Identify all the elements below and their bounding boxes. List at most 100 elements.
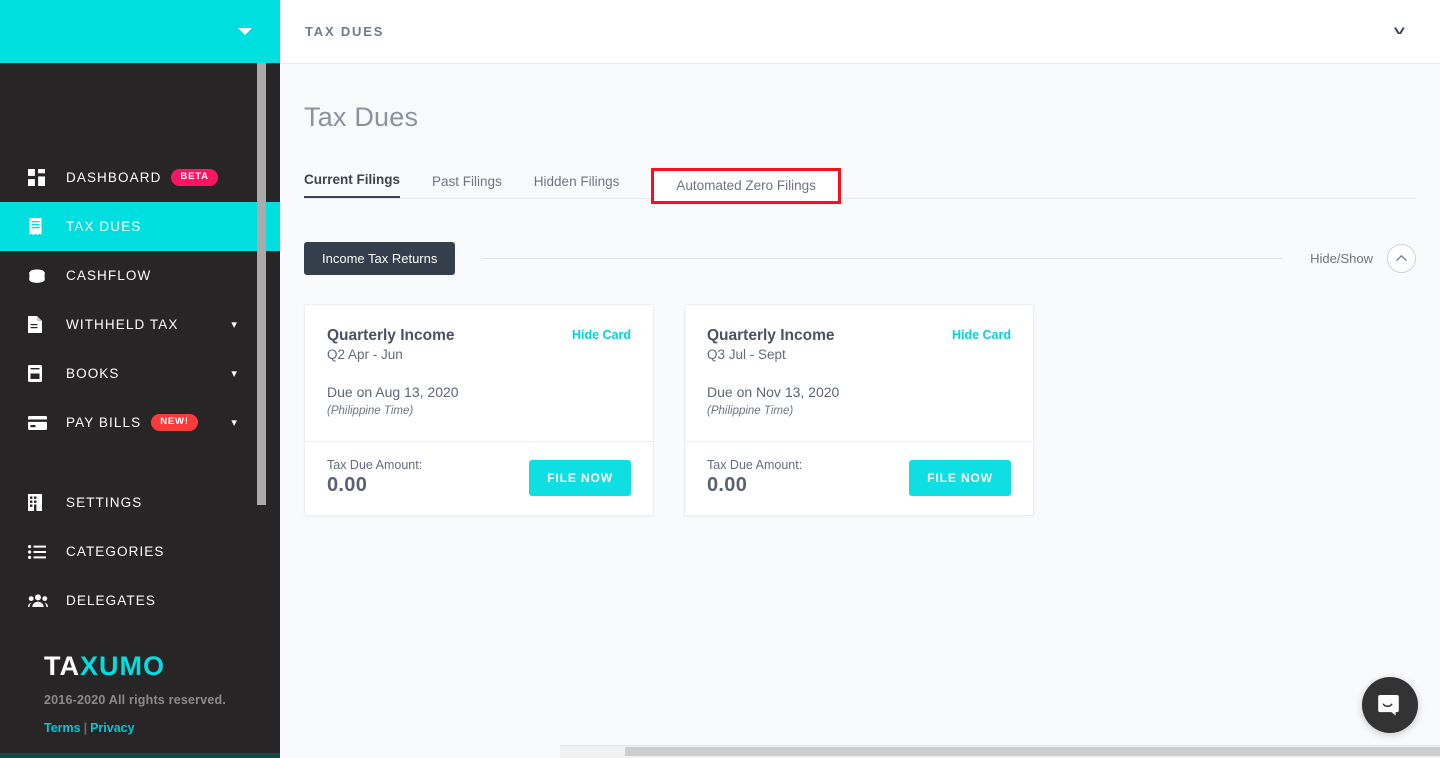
- legal-separator: |: [83, 721, 88, 735]
- sidebar-item-label: DELEGATES: [66, 593, 156, 608]
- filing-card-subtitle: Q2 Apr - Jun: [327, 347, 403, 363]
- tax-due-amount-value: 0.00: [707, 474, 748, 497]
- page-title: Tax Dues: [304, 102, 419, 132]
- top-bar: TAX DUES ˅: [280, 0, 1440, 64]
- filing-card-heading-group: Quarterly Income Q3 Jul - Sept: [707, 326, 835, 362]
- list-icon: [28, 542, 50, 562]
- sidebar-item-label: DASHBOARD: [66, 170, 162, 185]
- receipt-icon: [28, 217, 50, 237]
- sidebar-divider-gap: [0, 447, 280, 478]
- filing-card[interactable]: Quarterly Income Q2 Apr - Jun Hide Card …: [304, 304, 654, 517]
- top-bar-title: TAX DUES: [305, 24, 385, 39]
- chevron-down-icon[interactable]: ▾: [231, 318, 238, 331]
- copyright-text: 2016-2020 All rights reserved.: [44, 693, 227, 707]
- tax-due-amount-value: 0.00: [327, 474, 368, 497]
- intercom-launcher-button[interactable]: [1362, 677, 1418, 733]
- chevron-down-icon[interactable]: ▾: [231, 416, 238, 429]
- filing-card-timezone: (Philippine Time): [327, 405, 414, 418]
- filing-card-header: Quarterly Income Q2 Apr - Jun Hide Card: [327, 326, 631, 362]
- chevron-down-icon[interactable]: ˅: [1394, 25, 1406, 38]
- sidebar-item-withheld-tax[interactable]: WITHHELD TAX ▾: [0, 300, 280, 349]
- sidebar-badge-beta: BETA: [171, 169, 218, 186]
- filing-card-timezone: (Philippine Time): [707, 405, 794, 418]
- sidebar-badge-new: NEW!: [151, 414, 198, 431]
- logo-part-1: TA: [44, 651, 80, 681]
- terms-link[interactable]: Terms: [44, 721, 81, 735]
- sidebar-item-cashflow[interactable]: CASHFLOW: [0, 251, 280, 300]
- page-content: Tax Dues Current Filings Past Filings Hi…: [280, 64, 1440, 517]
- card-icon: [28, 413, 50, 433]
- filing-card-title: Quarterly Income: [707, 327, 835, 344]
- chat-smile-icon: [1378, 695, 1399, 716]
- sidebar-scroll-area: DASHBOARD BETA TAX DUES CASHFLOW WITHHEL…: [0, 63, 280, 758]
- section-chip-income-tax-returns[interactable]: Income Tax Returns: [304, 241, 456, 275]
- collapse-section-button[interactable]: [1387, 243, 1416, 273]
- sidebar-item-label: PAY BILLS: [66, 415, 142, 430]
- filing-card-header: Quarterly Income Q3 Jul - Sept Hide Card: [707, 326, 1011, 362]
- sidebar-scrollbar-thumb[interactable]: [257, 63, 266, 505]
- filings-tabs: Current Filings Past Filings Hidden Fili…: [304, 163, 1416, 204]
- tax-due-amount-label: Tax Due Amount:: [707, 458, 803, 473]
- filing-card-footer: Tax Due Amount: 0.00 FILE NOW: [305, 441, 653, 515]
- sidebar-item-pay-bills[interactable]: PAY BILLS NEW! ▾: [0, 398, 280, 447]
- coins-icon: [28, 266, 50, 286]
- filing-card[interactable]: Quarterly Income Q3 Jul - Sept Hide Card…: [684, 304, 1034, 517]
- sidebar-item-delegates[interactable]: DELEGATES: [0, 576, 280, 625]
- chevron-down-icon[interactable]: ▾: [231, 367, 238, 380]
- logo-part-2: XUMO: [80, 651, 165, 681]
- hide-card-link[interactable]: Hide Card: [952, 326, 1011, 342]
- sidebar-item-label: WITHHELD TAX: [66, 317, 179, 332]
- section-divider: [483, 257, 1283, 259]
- horizontal-scrollbar-track[interactable]: [560, 745, 1440, 758]
- brand-block: TAXUMO 2016-2020 All rights reserved. Te…: [0, 625, 280, 736]
- sidebar-top-spacer: [0, 63, 280, 153]
- main-area: TAX DUES ˅ Tax Dues Current Filings Past…: [280, 0, 1440, 758]
- file-now-button[interactable]: FILE NOW: [529, 459, 631, 496]
- hide-card-link[interactable]: Hide Card: [572, 326, 631, 342]
- book-icon: [28, 364, 50, 384]
- sidebar-item-settings[interactable]: SETTINGS: [0, 478, 280, 527]
- sidebar-item-label: SETTINGS: [66, 495, 143, 510]
- filing-card-subtitle: Q3 Jul - Sept: [707, 347, 786, 363]
- sidebar-item-categories[interactable]: CATEGORIES: [0, 527, 280, 576]
- caret-down-icon[interactable]: [238, 28, 252, 35]
- sidebar: DASHBOARD BETA TAX DUES CASHFLOW WITHHEL…: [0, 0, 280, 758]
- building-icon: [28, 493, 50, 513]
- sidebar-item-label: CATEGORIES: [66, 544, 165, 559]
- sidebar-account-header[interactable]: [0, 0, 280, 63]
- tab-current-filings[interactable]: Current Filings: [304, 172, 401, 198]
- tab-past-filings[interactable]: Past Filings: [432, 174, 502, 198]
- sidebar-item-label: CASHFLOW: [66, 268, 152, 283]
- filing-card-footer: Tax Due Amount: 0.00 FILE NOW: [685, 441, 1033, 515]
- sidebar-scrollbar-track[interactable]: [257, 63, 266, 758]
- horizontal-scrollbar-thumb[interactable]: [625, 747, 1440, 756]
- legal-links: Terms | Privacy: [44, 721, 280, 735]
- tax-due-amount-group: Tax Due Amount: 0.00: [327, 458, 422, 497]
- filing-card-body: Quarterly Income Q2 Apr - Jun Hide Card …: [305, 305, 653, 441]
- grid-icon: [28, 168, 50, 188]
- hide-show-label[interactable]: Hide/Show: [1310, 251, 1373, 266]
- chevron-up-icon: [1396, 255, 1407, 261]
- privacy-link[interactable]: Privacy: [90, 721, 134, 735]
- document-icon: [28, 315, 50, 335]
- income-tax-returns-section-header: Income Tax Returns Hide/Show: [304, 241, 1416, 275]
- filing-card-due-date: Due on Nov 13, 2020: [707, 384, 840, 401]
- sidebar-item-label: TAX DUES: [66, 219, 142, 234]
- tax-due-amount-label: Tax Due Amount:: [327, 458, 423, 473]
- tab-automated-zero-filings[interactable]: Automated Zero Filings: [651, 168, 841, 204]
- file-now-button[interactable]: FILE NOW: [909, 459, 1011, 496]
- filing-card-heading-group: Quarterly Income Q2 Apr - Jun: [327, 326, 455, 362]
- sidebar-item-tax-dues[interactable]: TAX DUES: [0, 202, 280, 251]
- filing-card-due-date: Due on Aug 13, 2020: [327, 384, 459, 401]
- sidebar-bottom-strip: [0, 753, 280, 758]
- sidebar-item-books[interactable]: BOOKS ▾: [0, 349, 280, 398]
- people-icon: [28, 591, 50, 611]
- filing-cards-list: Quarterly Income Q2 Apr - Jun Hide Card …: [304, 304, 1416, 517]
- sidebar-item-label: BOOKS: [66, 366, 120, 381]
- sidebar-item-dashboard[interactable]: DASHBOARD BETA: [0, 153, 280, 202]
- filing-card-body: Quarterly Income Q3 Jul - Sept Hide Card…: [685, 305, 1033, 441]
- taxumo-logo: TAXUMO: [44, 653, 280, 680]
- app-root: DASHBOARD BETA TAX DUES CASHFLOW WITHHEL…: [0, 0, 1440, 758]
- tab-hidden-filings[interactable]: Hidden Filings: [534, 174, 620, 198]
- tax-due-amount-group: Tax Due Amount: 0.00: [707, 458, 802, 497]
